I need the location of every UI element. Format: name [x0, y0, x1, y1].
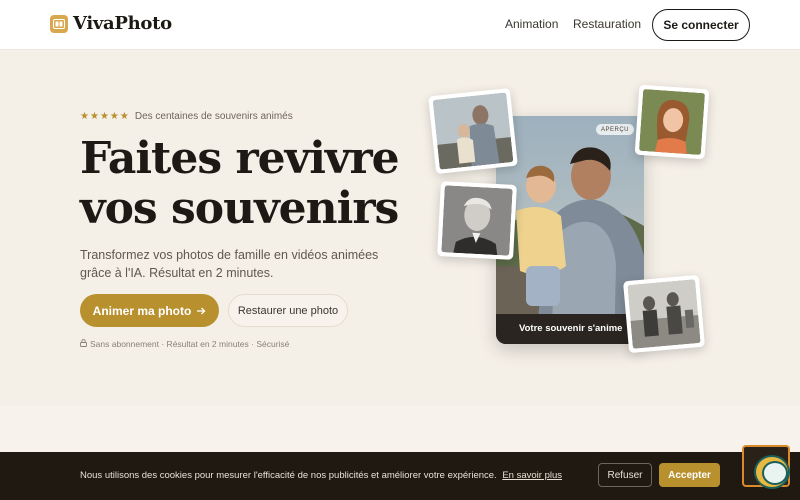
rating-text: Des centaines de souvenirs animés	[134, 111, 293, 122]
cookie-accept-button[interactable]: Accepter	[659, 463, 720, 487]
polaroid-photo	[634, 84, 710, 160]
polaroid-photo	[428, 87, 518, 175]
preview-caption: Votre souvenir s'anime	[519, 323, 623, 334]
star-icon: ★	[80, 110, 89, 122]
hero-title-line1: Faites revivre	[80, 133, 400, 184]
animate-photo-button[interactable]: Animer ma photo	[80, 294, 219, 327]
preview-photo	[496, 116, 644, 344]
logo-text: VivaPhoto	[73, 13, 172, 34]
nav-restauration[interactable]: Restauration	[573, 17, 641, 31]
cookie-refuse-button[interactable]: Refuser	[598, 463, 652, 487]
star-icon: ★	[109, 110, 119, 122]
polaroid-photo	[623, 274, 705, 354]
chat-bubble-inner	[762, 461, 788, 485]
reassurance: Sans abonnement · Résultat en 2 minutes …	[80, 339, 289, 349]
preview-badge: APERÇU	[596, 124, 635, 135]
hero-title-line2: vos souvenirs	[80, 183, 399, 234]
lock-icon	[80, 339, 87, 349]
nav-animation[interactable]: Animation	[505, 17, 558, 31]
site-header: VivaPhoto Animation Restauration Se conn…	[0, 0, 800, 50]
star-icon: ★	[89, 110, 99, 122]
hero-subtitle: Transformez vos photos de famille en vid…	[80, 248, 379, 280]
restore-photo-button[interactable]: Restaurer une photo	[228, 294, 348, 327]
hero-title: Faites revivre vos souvenirs	[80, 133, 400, 234]
cookie-text: Nous utilisons des cookies pour mesurer …	[80, 470, 562, 481]
animate-photo-label: Animer ma photo	[92, 303, 192, 318]
logo[interactable]: VivaPhoto	[50, 13, 172, 34]
rating: ★ ★ ★ ★ ★ Des centaines de souvenirs ani…	[80, 111, 293, 122]
connect-button[interactable]: Se connecter	[652, 9, 750, 41]
star-icon: ★	[119, 110, 129, 122]
cookie-message: Nous utilisons des cookies pour mesurer …	[80, 470, 497, 481]
star-icon: ★	[99, 110, 109, 122]
cookie-learn-more-link[interactable]: En savoir plus	[502, 470, 562, 481]
reassurance-text: Sans abonnement · Résultat en 2 minutes …	[90, 339, 290, 349]
logo-icon	[50, 14, 68, 33]
arrow-right-icon	[197, 304, 206, 318]
rating-stars: ★ ★ ★ ★ ★	[80, 110, 129, 122]
polaroid-photo	[437, 181, 517, 260]
